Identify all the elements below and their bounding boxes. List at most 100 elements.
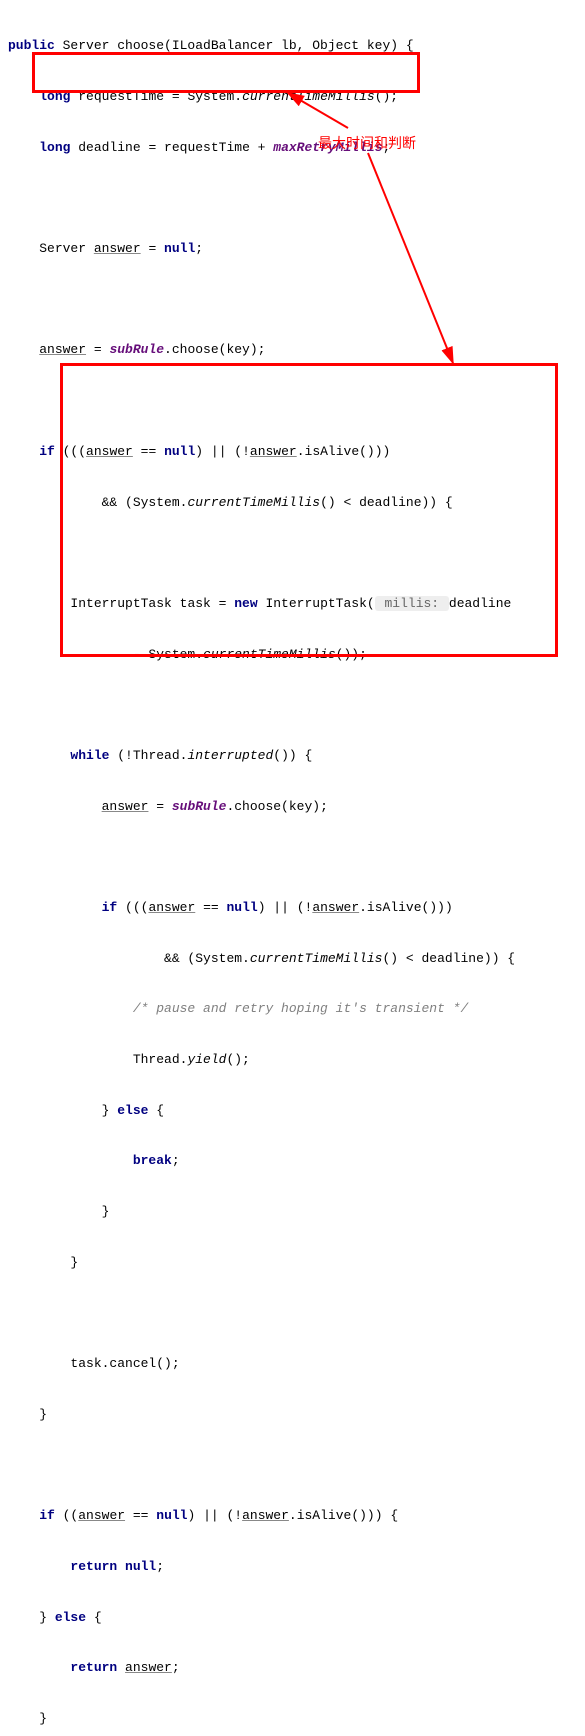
keyword-if: if [39, 1508, 55, 1523]
keyword-if: if [102, 900, 118, 915]
code-line: } [8, 1250, 577, 1275]
code-text: { [86, 1610, 102, 1625]
code-line: answer = subRule.choose(key); [8, 794, 577, 819]
code-text: } [102, 1204, 110, 1219]
code-text: } [39, 1711, 47, 1726]
annotation-text: 最大时间和判断 [318, 130, 416, 157]
comment: /* pause and retry hoping it's transient… [133, 1001, 468, 1016]
code-text: .choose(key); [164, 342, 265, 357]
param-hint: millis: [375, 596, 449, 611]
keyword-if: if [39, 444, 55, 459]
code-line: && (System.currentTimeMillis() < deadlin… [8, 490, 577, 515]
code-line: InterruptTask task = new InterruptTask( … [8, 591, 577, 616]
field-ref: subRule [109, 342, 164, 357]
code-text: Server [39, 241, 94, 256]
code-text: Thread. [133, 1052, 188, 1067]
var: answer [102, 799, 149, 814]
code-line: break; [8, 1148, 577, 1173]
blank-line [8, 185, 577, 210]
code-line: } [8, 1706, 577, 1731]
code-text: task.cancel(); [70, 1356, 179, 1371]
code-text: == [133, 444, 164, 459]
code-text: (); [375, 89, 398, 104]
keyword-null: null [164, 241, 195, 256]
blank-line [8, 1453, 577, 1478]
code-text: && (System. [164, 951, 250, 966]
code-text: = [86, 342, 109, 357]
code-text: .choose(key); [226, 799, 327, 814]
code-text: == [195, 900, 226, 915]
code-text: InterruptTask task = [70, 596, 234, 611]
code-text: ) || (! [195, 444, 250, 459]
code-text: } [70, 1255, 78, 1270]
code-text [117, 1660, 125, 1675]
code-line: /* pause and retry hoping it's transient… [8, 996, 577, 1021]
code-text: () < deadline)) { [320, 495, 453, 510]
code-text: .isAlive())) [297, 444, 391, 459]
code-text: ) || (! [258, 900, 313, 915]
code-line: return answer; [8, 1655, 577, 1680]
code-text: ) || (! [187, 1508, 242, 1523]
keyword-new: new [234, 596, 257, 611]
code-block: public Server choose(ILoadBalancer lb, O… [8, 8, 577, 1736]
keyword-else: else [117, 1103, 148, 1118]
code-text: .isAlive())) { [289, 1508, 398, 1523]
code-text: requestTime = System. [70, 89, 242, 104]
code-line: Server answer = null; [8, 236, 577, 261]
code-text: ((( [55, 444, 86, 459]
method-call: interrupted [187, 748, 273, 763]
code-text: ()); [336, 647, 367, 662]
code-text: } [39, 1610, 55, 1625]
code-line: && (System.currentTimeMillis() < deadlin… [8, 946, 577, 971]
code-text: = [148, 799, 171, 814]
var: answer [148, 900, 195, 915]
keyword-break: break [133, 1153, 172, 1168]
keyword-null: null [156, 1508, 187, 1523]
code-text: ; [172, 1153, 180, 1168]
code-line: long deadline = requestTime + maxRetryMi… [8, 135, 577, 160]
code-text: = [141, 241, 164, 256]
code-line: while (!Thread.interrupted()) { [8, 743, 577, 768]
code-text: - System. [133, 647, 203, 662]
code-text: ; [172, 1660, 180, 1675]
code-text: Server choose(ILoadBalancer lb, Object k… [55, 38, 414, 53]
var: answer [86, 444, 133, 459]
code-line: Thread.yield(); [8, 1047, 577, 1072]
code-line: if ((answer == null) || (!answer.isAlive… [8, 1503, 577, 1528]
var: answer [312, 900, 359, 915]
keyword-public: public [8, 38, 55, 53]
code-line: return null; [8, 1554, 577, 1579]
keyword-long: long [39, 89, 70, 104]
code-text: InterruptTask( [258, 596, 375, 611]
blank-line [8, 692, 577, 717]
code-text: () < deadline)) { [382, 951, 515, 966]
code-text: ()) { [273, 748, 312, 763]
var: answer [39, 342, 86, 357]
code-line: long requestTime = System.currentTimeMil… [8, 84, 577, 109]
code-text: deadline [449, 596, 511, 611]
code-text: .isAlive())) [359, 900, 453, 915]
code-line: - System.currentTimeMillis()); [8, 642, 577, 667]
code-line: public Server choose(ILoadBalancer lb, O… [8, 33, 577, 58]
keyword-return: return null [70, 1559, 156, 1574]
code-text: ; [156, 1559, 164, 1574]
code-text: deadline = requestTime + [70, 140, 273, 155]
keyword-long: long [39, 140, 70, 155]
blank-line [8, 540, 577, 565]
blank-line [8, 287, 577, 312]
blank-line [8, 388, 577, 413]
code-line: if (((answer == null) || (!answer.isAliv… [8, 439, 577, 464]
keyword-while: while [70, 748, 109, 763]
method-call: currentTimeMillis [242, 89, 375, 104]
keyword-else: else [55, 1610, 86, 1625]
code-text: ; [195, 241, 203, 256]
var: answer [78, 1508, 125, 1523]
var: answer [242, 1508, 289, 1523]
code-text: && (System. [102, 495, 188, 510]
code-line: task.cancel(); [8, 1351, 577, 1376]
code-text: (!Thread. [109, 748, 187, 763]
code-line: } [8, 1199, 577, 1224]
code-line: } else { [8, 1605, 577, 1630]
code-line: } else { [8, 1098, 577, 1123]
var: answer [250, 444, 297, 459]
